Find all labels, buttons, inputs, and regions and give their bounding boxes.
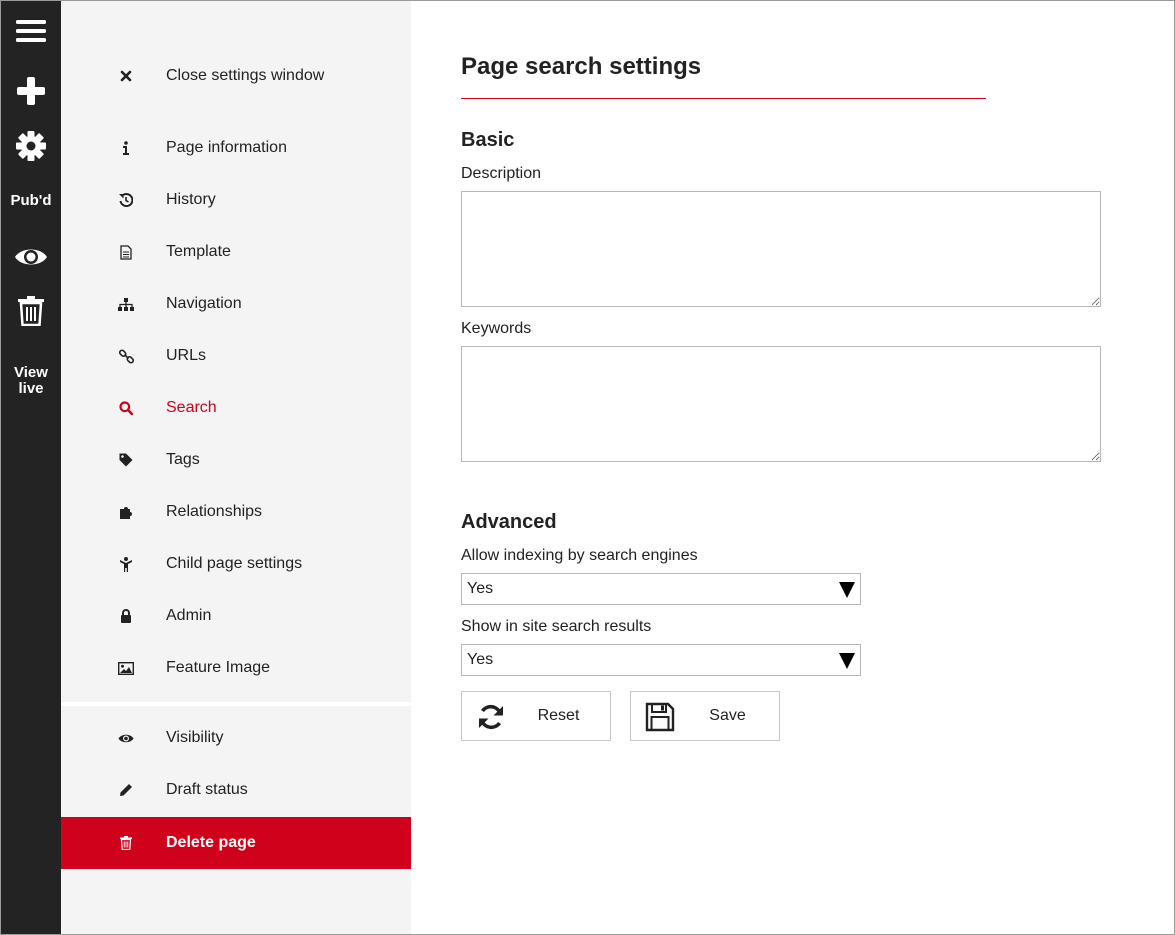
description-field[interactable] — [461, 191, 1101, 307]
site-search-label: Show in site search results — [461, 618, 652, 635]
delete-toolbar-button[interactable] — [1, 293, 61, 329]
save-label: Save — [709, 707, 746, 724]
search-icon — [117, 399, 135, 417]
basic-heading: Basic — [461, 129, 515, 151]
publish-status-button[interactable]: Pub'd — [1, 189, 61, 213]
sidebar-item-page-information[interactable]: Page information — [61, 126, 411, 170]
sidebar-item-label: Child page settings — [166, 555, 303, 572]
info-icon — [117, 139, 135, 157]
close-icon — [117, 67, 135, 85]
app-window: Pub'd View live Close settings window Pa… — [0, 0, 1175, 935]
eye-icon — [15, 249, 47, 265]
dropdown-caret-icon — [839, 653, 855, 669]
tag-icon — [117, 451, 135, 469]
panel-divider — [61, 702, 411, 706]
search-settings-form: Page search settings Basic Description K… — [411, 1, 1174, 934]
sidebar-item-label: URLs — [166, 347, 207, 364]
title-underline — [461, 98, 986, 99]
dropdown-caret-icon — [839, 582, 855, 598]
sidebar-item-urls[interactable]: URLs — [61, 334, 411, 378]
keywords-field[interactable] — [461, 346, 1101, 462]
sidebar-item-label: Admin — [166, 607, 212, 624]
delete-page-button[interactable]: Delete page — [61, 817, 411, 869]
puzzle-icon — [117, 503, 135, 521]
history-icon — [117, 191, 135, 209]
view-live-line1: View — [14, 364, 48, 381]
indexing-select[interactable]: Yes — [461, 573, 861, 605]
sidebar-item-child-page-settings[interactable]: Child page settings — [61, 542, 411, 586]
close-settings-label: Close settings window — [166, 67, 325, 84]
settings-button[interactable] — [1, 128, 61, 164]
view-live-button[interactable]: View live — [1, 363, 61, 399]
menu-button[interactable] — [1, 13, 61, 49]
sidebar-item-label: Search — [166, 399, 217, 416]
advanced-heading: Advanced — [461, 511, 557, 533]
keywords-label: Keywords — [461, 320, 532, 337]
reset-button[interactable]: Reset — [461, 691, 611, 741]
close-settings-button[interactable]: Close settings window — [61, 54, 411, 98]
link-icon — [117, 347, 135, 365]
sidebar-item-tags[interactable]: Tags — [61, 438, 411, 482]
sidebar-item-label: Feature Image — [166, 659, 271, 676]
sidebar-item-admin[interactable]: Admin — [61, 594, 411, 638]
add-page-button[interactable] — [1, 73, 61, 109]
sidebar-item-visibility[interactable]: Visibility — [61, 716, 411, 760]
lock-icon — [117, 607, 135, 625]
sidebar-item-label: Tags — [166, 451, 200, 468]
child-icon — [117, 555, 135, 573]
sidebar-item-relationships[interactable]: Relationships — [61, 490, 411, 534]
trash-icon — [117, 834, 135, 852]
sidebar-item-label: Page information — [166, 139, 287, 156]
sidebar-item-navigation[interactable]: Navigation — [61, 282, 411, 326]
sidebar-item-feature-image[interactable]: Feature Image — [61, 646, 411, 690]
hamburger-menu-icon — [16, 20, 46, 42]
indexing-label: Allow indexing by search engines — [461, 547, 698, 564]
sidebar-item-template[interactable]: Template — [61, 230, 411, 274]
plus-icon — [17, 77, 45, 105]
sidebar-item-search[interactable]: Search — [61, 386, 411, 430]
preview-button[interactable] — [1, 239, 61, 275]
main-toolbar: Pub'd View live — [1, 1, 61, 934]
sidebar-item-draft-status[interactable]: Draft status — [61, 768, 411, 812]
sitemap-icon — [117, 295, 135, 313]
sidebar-item-history[interactable]: History — [61, 178, 411, 222]
page-title: Page search settings — [461, 53, 702, 80]
document-icon — [117, 243, 135, 261]
sidebar-item-label: Relationships — [166, 503, 263, 520]
sidebar-item-label: Visibility — [166, 729, 224, 746]
delete-page-label: Delete page — [166, 834, 256, 851]
description-label: Description — [461, 165, 542, 182]
pencil-icon — [117, 781, 135, 799]
sidebar-item-label: Navigation — [166, 295, 242, 312]
save-button[interactable]: Save — [630, 691, 780, 741]
settings-panel: Close settings window Page information H… — [61, 1, 411, 934]
sidebar-item-label: Draft status — [166, 781, 248, 798]
image-icon — [117, 659, 135, 677]
eye-icon — [117, 729, 135, 747]
sidebar-item-label: History — [166, 191, 216, 208]
view-live-line2: live — [18, 380, 44, 397]
reset-label: Reset — [537, 707, 580, 724]
indexing-select-value: Yes — [467, 580, 494, 597]
site-search-select-value: Yes — [467, 651, 494, 668]
sidebar-item-label: Template — [166, 243, 231, 260]
gear-icon — [16, 131, 46, 161]
trash-icon — [18, 296, 44, 326]
site-search-select[interactable]: Yes — [461, 644, 861, 676]
